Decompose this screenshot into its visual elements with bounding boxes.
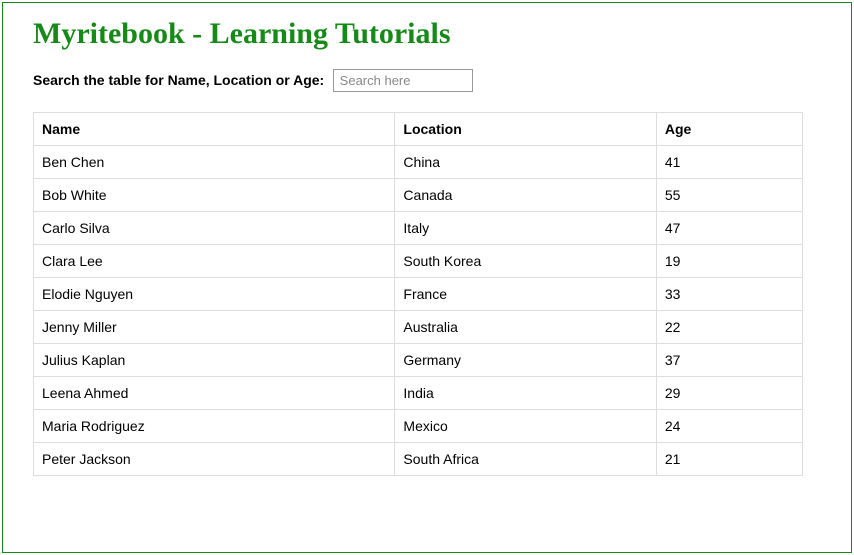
table-row: Elodie NguyenFrance33 <box>34 278 803 311</box>
cell-age: 47 <box>656 212 802 245</box>
cell-location: Mexico <box>395 410 656 443</box>
cell-name: Bob White <box>34 179 395 212</box>
cell-name: Peter Jackson <box>34 443 395 476</box>
cell-location: South Korea <box>395 245 656 278</box>
header-age: Age <box>656 113 802 146</box>
header-name: Name <box>34 113 395 146</box>
table-row: Peter JacksonSouth Africa21 <box>34 443 803 476</box>
cell-location: South Africa <box>395 443 656 476</box>
table-row: Maria RodriguezMexico24 <box>34 410 803 443</box>
cell-name: Jenny Miller <box>34 311 395 344</box>
cell-location: China <box>395 146 656 179</box>
table-row: Leena AhmedIndia29 <box>34 377 803 410</box>
cell-location: Canada <box>395 179 656 212</box>
page-title: Myritebook - Learning Tutorials <box>33 17 821 51</box>
cell-age: 29 <box>656 377 802 410</box>
cell-age: 41 <box>656 146 802 179</box>
table-row: Bob WhiteCanada55 <box>34 179 803 212</box>
cell-name: Elodie Nguyen <box>34 278 395 311</box>
cell-age: 37 <box>656 344 802 377</box>
cell-age: 55 <box>656 179 802 212</box>
cell-age: 19 <box>656 245 802 278</box>
cell-name: Julius Kaplan <box>34 344 395 377</box>
header-location: Location <box>395 113 656 146</box>
search-input[interactable] <box>333 69 473 92</box>
cell-location: Germany <box>395 344 656 377</box>
cell-name: Clara Lee <box>34 245 395 278</box>
cell-name: Ben Chen <box>34 146 395 179</box>
cell-age: 24 <box>656 410 802 443</box>
cell-name: Maria Rodriguez <box>34 410 395 443</box>
cell-age: 33 <box>656 278 802 311</box>
page-container: Myritebook - Learning Tutorials Search t… <box>2 2 852 553</box>
table-row: Clara LeeSouth Korea19 <box>34 245 803 278</box>
table-row: Ben ChenChina41 <box>34 146 803 179</box>
table-header-row: Name Location Age <box>34 113 803 146</box>
data-table: Name Location Age Ben ChenChina41Bob Whi… <box>33 112 803 476</box>
table-row: Carlo SilvaItaly47 <box>34 212 803 245</box>
cell-name: Leena Ahmed <box>34 377 395 410</box>
cell-location: Italy <box>395 212 656 245</box>
search-label: Search the table for Name, Location or A… <box>33 72 324 88</box>
cell-location: France <box>395 278 656 311</box>
cell-location: Australia <box>395 311 656 344</box>
search-row: Search the table for Name, Location or A… <box>33 69 821 92</box>
cell-location: India <box>395 377 656 410</box>
cell-name: Carlo Silva <box>34 212 395 245</box>
table-row: Julius KaplanGermany37 <box>34 344 803 377</box>
cell-age: 22 <box>656 311 802 344</box>
cell-age: 21 <box>656 443 802 476</box>
table-row: Jenny MillerAustralia22 <box>34 311 803 344</box>
